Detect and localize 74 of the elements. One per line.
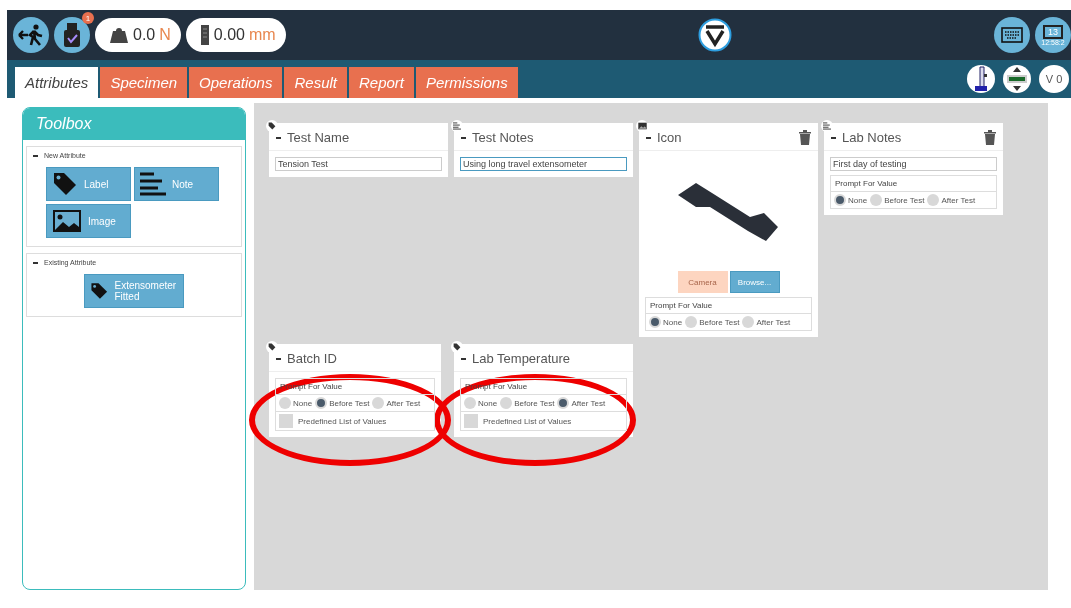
extensometer-icon (199, 25, 210, 45)
tab[interactable]: Attributes (15, 67, 99, 98)
predefined-list-checkbox[interactable]: Predefined List of Values (276, 411, 434, 430)
text-field[interactable]: Using long travel extensometer (460, 157, 627, 171)
card-title: Batch ID (287, 351, 337, 366)
crosshead-button[interactable] (1003, 65, 1031, 93)
radio-button[interactable] (372, 397, 385, 409)
radio-option[interactable]: None (649, 316, 683, 328)
radio-option[interactable]: After Test (742, 316, 791, 328)
prompt-label: Prompt For Value (831, 176, 996, 192)
radio-option[interactable]: Before Test (315, 397, 370, 409)
extension-unit: mm (248, 26, 276, 44)
radio-button[interactable] (557, 397, 570, 409)
image-icon (52, 209, 82, 233)
radio-option[interactable]: After Test (927, 194, 976, 206)
checkbox[interactable] (279, 414, 293, 428)
force-value: 0.0 (133, 26, 156, 44)
text-lines-icon (140, 172, 166, 196)
radio-button[interactable] (315, 397, 328, 409)
collapse-icon[interactable] (33, 261, 38, 264)
keyboard-button[interactable] (994, 17, 1030, 53)
radio-option[interactable]: Before Test (500, 397, 555, 409)
exit-button[interactable] (13, 17, 49, 53)
version-button[interactable]: V 0 (1039, 65, 1069, 93)
radio-option[interactable]: None (279, 397, 313, 409)
radio-button[interactable] (685, 316, 698, 328)
card-title: Lab Notes (842, 130, 902, 145)
usb-check-icon (63, 22, 81, 48)
radio-option[interactable]: After Test (372, 397, 421, 409)
collapse-icon[interactable] (33, 154, 38, 157)
radio-option[interactable]: Before Test (870, 194, 925, 206)
radio-button[interactable] (649, 316, 661, 328)
radio-button[interactable] (279, 397, 291, 409)
toolbox-title: Toolbox (23, 108, 245, 140)
collapse-icon[interactable] (276, 357, 281, 360)
predefined-list-checkbox[interactable]: Predefined List of Values (461, 411, 626, 430)
card-title: Lab Temperature (472, 351, 571, 366)
card-title: Test Name (287, 130, 350, 145)
radio-option[interactable]: Before Test (685, 316, 740, 328)
tag-icon (52, 171, 78, 197)
calendar-date: 13 (1043, 24, 1063, 39)
trash-icon[interactable] (984, 130, 996, 145)
card-title: Icon (657, 130, 682, 145)
crosshead-arrows-icon (1006, 67, 1028, 91)
text-field[interactable]: First day of testing (830, 157, 997, 171)
card-title: Test Notes (472, 130, 534, 145)
collapse-icon[interactable] (461, 136, 466, 139)
device-button[interactable] (54, 17, 90, 53)
radio-button[interactable] (464, 397, 476, 409)
logo-icon (697, 18, 732, 52)
radio-option[interactable]: None (834, 194, 868, 206)
test-frame-icon (974, 66, 988, 92)
weight-icon (109, 26, 129, 44)
radio-button[interactable] (927, 194, 940, 206)
keyboard-icon (1001, 27, 1023, 43)
radio-button[interactable] (500, 397, 513, 409)
text-field[interactable]: Tension Test (275, 157, 442, 171)
collapse-icon[interactable] (276, 136, 281, 139)
radio-option[interactable]: None (464, 397, 498, 409)
radio-button[interactable] (870, 194, 883, 206)
trash-icon[interactable] (799, 130, 811, 145)
collapse-icon[interactable] (461, 357, 466, 360)
frame-button[interactable] (967, 65, 995, 93)
checkbox[interactable] (464, 414, 478, 428)
extension-value: 0.00 (213, 26, 245, 44)
notification-badge: 1 (82, 12, 94, 24)
force-unit: N (159, 26, 171, 44)
radio-button[interactable] (834, 194, 846, 206)
collapse-icon[interactable] (831, 136, 836, 139)
running-exit-icon (17, 23, 45, 47)
collapse-icon[interactable] (646, 136, 651, 139)
prompt-label: Prompt For Value (646, 298, 811, 314)
radio-option[interactable]: After Test (557, 397, 606, 409)
radio-button[interactable] (742, 316, 755, 328)
